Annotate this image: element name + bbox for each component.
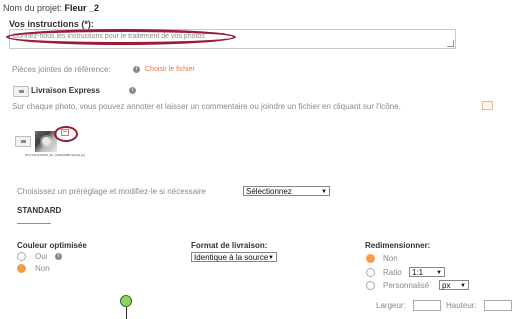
format-label: Format de livraison: [191,241,268,250]
chevron-down-icon: ▼ [321,189,327,195]
height-label: Hauteur: [446,301,477,310]
couleur-oui-label: Oui [35,252,48,261]
ratio-select-value: 1:1 [412,268,424,277]
ratio-select[interactable]: 1:1 ▼ [409,267,445,277]
info-icon[interactable]: i [133,66,140,73]
annotation-icon[interactable] [482,101,493,110]
preset-select[interactable]: Sélectionnez ▼ [243,186,330,196]
photo-annotation-ellipse [54,126,78,142]
instructions-label: Vos instructions (*): [9,19,94,29]
preset-current: STANDARD [17,206,62,215]
format-select-value: Identique à la source [194,253,269,262]
photo-select-icon[interactable] [15,136,31,147]
preset-select-value: Sélectionnez [246,187,292,196]
couleur-info-icon[interactable]: i [55,253,62,260]
attachments-label: Pièces jointes de référence: [12,65,111,74]
choose-file-link[interactable]: Choisir le fichier [145,66,195,73]
redim-custom-radio[interactable] [366,281,375,290]
express-toggle-icon[interactable] [13,86,29,97]
express-info-icon[interactable]: i [129,87,136,94]
chevron-down-icon: ▼ [436,270,442,276]
project-name-row: Nom du projet: Fleur _2 [3,3,99,13]
width-label: Largeur: [376,301,406,310]
project-name-label: Nom du projet: [3,3,63,13]
redim-non-label: Non [383,254,398,263]
photo-filename: 20171011163933_file_5d3f1d8f8b7a6bba.jpg [25,153,85,157]
annotation-note: Sur chaque photo, vous pouvez annoter et… [12,102,401,111]
redim-ratio-label: Ratio [383,268,402,277]
chevron-down-icon: ▼ [268,255,274,261]
format-select[interactable]: Identique à la source ▼ [191,252,277,262]
unit-select-value: px [442,281,451,290]
redim-custom-label: Personnalisé [383,281,430,290]
preset-underline [17,223,51,224]
pin-dot[interactable] [120,295,132,307]
couleur-non-label: Non [35,264,50,273]
couleur-oui-radio[interactable] [17,252,26,261]
couleur-label: Couleur optimisée [17,241,87,250]
redim-ratio-radio[interactable] [366,268,375,277]
chevron-down-icon: ▼ [460,283,466,289]
redim-non-radio[interactable] [366,254,375,263]
redim-label: Redimensionner: [365,241,431,250]
resize-handle[interactable] [447,40,454,47]
couleur-non-radio[interactable] [17,264,26,273]
preset-label: Choisissez un préréglage et modifiez-le … [17,187,206,196]
project-name-value: Fleur _2 [64,3,100,13]
express-label: Livraison Express [31,86,100,95]
unit-select[interactable]: px ▼ [439,280,469,290]
width-input[interactable] [413,300,441,311]
annotation-ellipse [6,29,236,45]
height-input[interactable] [484,300,512,311]
